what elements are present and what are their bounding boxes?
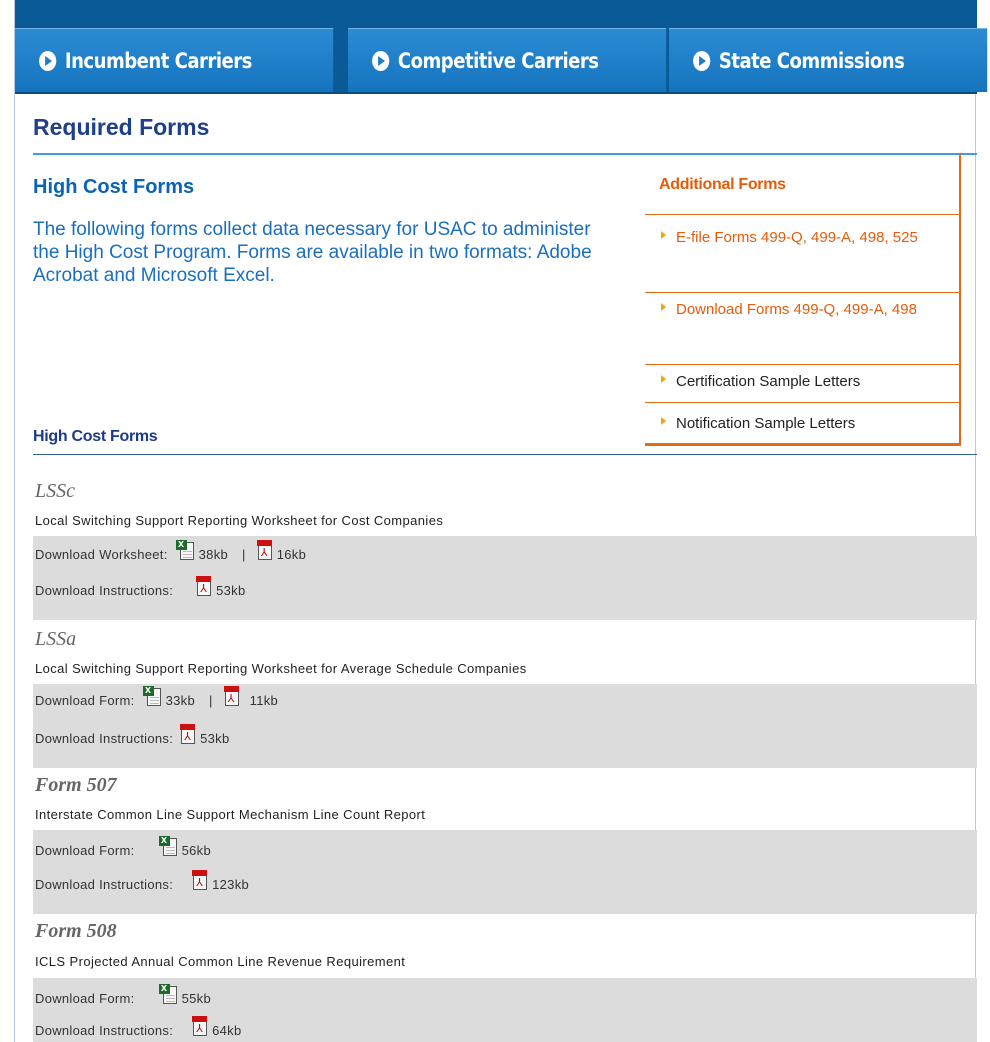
sidebar-divider — [645, 292, 959, 293]
triangle-bullet-icon — [661, 303, 666, 311]
arrow-circle-icon — [39, 50, 57, 71]
pdf-file-icon[interactable]: ⅄ — [221, 686, 243, 708]
page-title: Required Forms — [33, 114, 210, 140]
excel-file-icon[interactable]: X — [142, 686, 165, 708]
form-name: Form 507 — [35, 774, 117, 796]
pdf-file-icon[interactable]: ⅄ — [177, 724, 199, 746]
triangle-bullet-icon — [661, 231, 666, 239]
file-size: 56kb — [181, 843, 211, 858]
pdf-file-icon[interactable]: ⅄ — [254, 540, 276, 562]
download-label: Download Instructions: — [35, 731, 174, 746]
download-label: Download Form: — [35, 991, 135, 1006]
nav-incumbent-carriers[interactable]: Incumbent Carriers — [15, 28, 334, 92]
sidebar-title: Additional Forms — [659, 176, 786, 193]
file-size: 33kb — [165, 693, 195, 708]
download-label: Download Instructions: — [35, 583, 174, 598]
sidebar-item-notification-letters[interactable]: Notification Sample Letters — [661, 408, 951, 440]
intro-text: The following forms collect data necessa… — [33, 219, 592, 286]
excel-file-icon[interactable]: X — [175, 540, 198, 562]
sidebar-item-efile-forms[interactable]: E-file Forms 499-Q, 499-A, 498, 525 — [661, 222, 951, 254]
forms-divider — [33, 454, 977, 455]
nav-state-commissions[interactable]: State Commissions — [669, 28, 988, 92]
sidebar-divider — [645, 364, 959, 365]
triangle-bullet-icon — [661, 375, 666, 383]
download-row: Download Form: X 56kb — [35, 836, 217, 858]
form-description: ICLS Projected Annual Common Line Revenu… — [35, 954, 406, 969]
sidebar-link[interactable]: E-file Forms 499-Q, 499-A, 498, 525 — [661, 222, 951, 254]
download-label: Download Instructions: — [35, 877, 174, 892]
download-row: Download Instructions: ⅄ 53kb — [35, 576, 252, 598]
nav-competitive-carriers[interactable]: Competitive Carriers — [348, 28, 667, 92]
download-row: Download Form: X 33kb | ⅄ 11kb — [35, 686, 284, 708]
sidebar-divider — [645, 214, 959, 215]
download-label: Download Worksheet: — [35, 547, 168, 562]
form-name: LSSc — [35, 480, 75, 502]
download-label: Download Form: — [35, 843, 135, 858]
excel-file-icon[interactable]: X — [158, 984, 181, 1006]
download-label: Download Instructions: — [35, 1023, 174, 1038]
arrow-circle-icon — [372, 50, 390, 71]
download-row: Download Form: X 55kb — [35, 984, 217, 1006]
download-row: Download Instructions: ⅄ 53kb — [35, 724, 236, 746]
nav-label: Competitive Carriers — [397, 48, 599, 73]
pdf-file-icon[interactable]: ⅄ — [189, 870, 211, 892]
forms-heading: High Cost Forms — [33, 428, 158, 445]
form-name: LSSa — [35, 628, 77, 650]
sidebar-item-certification-letters[interactable]: Certification Sample Letters — [661, 366, 951, 398]
top-navigation: Incumbent Carriers Competitive Carriers … — [15, 0, 988, 94]
file-size: 123kb — [212, 877, 250, 892]
file-size: 53kb — [216, 583, 246, 598]
file-size: 55kb — [181, 991, 211, 1006]
pdf-file-icon[interactable]: ⅄ — [189, 1016, 211, 1038]
form-name: Form 508 — [35, 920, 117, 942]
file-size: 53kb — [200, 731, 230, 746]
triangle-bullet-icon — [661, 417, 666, 425]
page: Incumbent Carriers Competitive Carriers … — [14, 0, 988, 1042]
file-size: 64kb — [212, 1023, 242, 1038]
download-row: Download Instructions: ⅄ 123kb — [35, 870, 255, 892]
form-description: Interstate Common Line Support Mechanism… — [35, 807, 426, 822]
file-size: 16kb — [276, 547, 307, 562]
sidebar-divider — [645, 402, 959, 403]
file-size: 38kb — [198, 547, 229, 562]
additional-forms-sidebar: Additional Forms E-file Forms 499-Q, 499… — [645, 154, 961, 446]
file-size: 11kb — [249, 693, 279, 708]
separator: | — [242, 547, 246, 562]
form-description: Local Switching Support Reporting Worksh… — [35, 661, 527, 676]
pdf-file-icon[interactable]: ⅄ — [193, 576, 215, 598]
sidebar-link[interactable]: Notification Sample Letters — [661, 408, 951, 440]
sidebar-link[interactable]: Download Forms 499-Q, 499-A, 498 — [661, 294, 951, 326]
download-row: Download Instructions: ⅄ 64kb — [35, 1016, 248, 1038]
excel-file-icon[interactable]: X — [158, 836, 181, 858]
nav-label: State Commissions — [718, 48, 905, 73]
section-title: High Cost Forms — [33, 176, 195, 198]
sidebar-item-download-forms[interactable]: Download Forms 499-Q, 499-A, 498 — [661, 294, 951, 326]
download-label: Download Form: — [35, 693, 135, 708]
sidebar-link[interactable]: Certification Sample Letters — [661, 366, 951, 398]
nav-label: Incumbent Carriers — [64, 48, 252, 73]
separator: | — [208, 693, 213, 708]
download-row: Download Worksheet: X 38kb | ⅄ 16kb — [35, 540, 312, 562]
form-description: Local Switching Support Reporting Worksh… — [35, 513, 444, 528]
arrow-circle-icon — [693, 50, 711, 71]
